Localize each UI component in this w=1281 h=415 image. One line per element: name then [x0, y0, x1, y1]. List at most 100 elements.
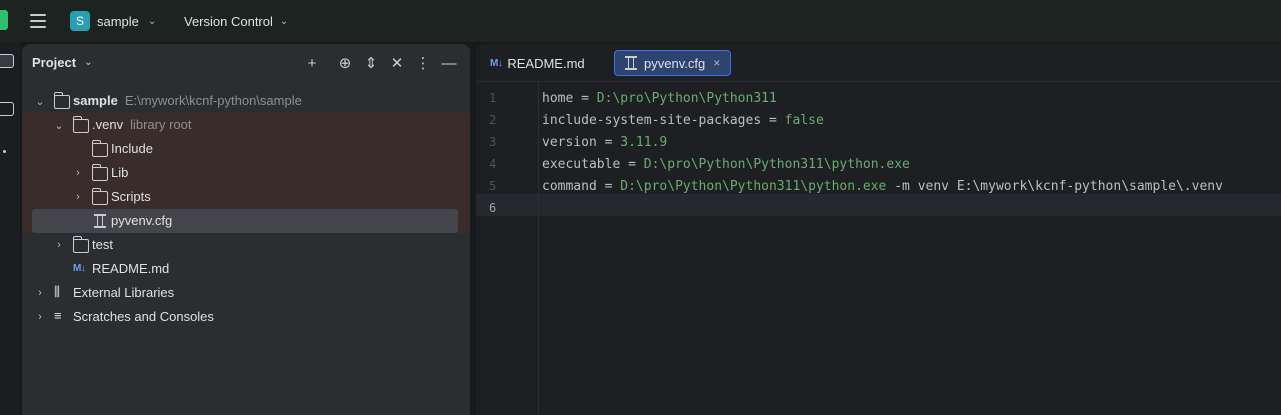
editor-area: M↓ README.md pyvenv.cfg × 1 2 3 4 5 6 home = …: [476, 44, 1281, 415]
tree-item-label: Lib: [111, 165, 129, 180]
folder-icon: [91, 140, 108, 157]
app-logo-icon: [0, 10, 8, 30]
line-number: 2: [489, 113, 497, 127]
project-view-selector[interactable]: Project ⌄: [32, 55, 92, 70]
project-tool-icon[interactable]: [0, 54, 14, 68]
config-key: command =: [542, 179, 621, 194]
code-line[interactable]: home = D:\pro\Python\Python311: [542, 88, 777, 110]
tree-item-scratches-and-consoles[interactable]: › ≡ Scratches and Consoles: [22, 305, 470, 329]
tree-item-text: .venv library root: [92, 117, 192, 132]
tree-item-label: .venv: [92, 117, 124, 132]
tree-item-label: pyvenv.cfg: [111, 213, 173, 228]
tree-item-scripts[interactable]: › Scripts: [22, 185, 470, 209]
main-menu-icon[interactable]: [28, 12, 48, 30]
markdown-file-icon: M↓: [73, 263, 86, 274]
code-line[interactable]: executable = D:\pro\Python\Python311\pyt…: [542, 154, 910, 176]
line-number: 3: [489, 135, 497, 149]
tree-item-sample[interactable]: ⌄ sample E:\mywork\kcnf-python\sample: [22, 89, 470, 113]
tree-item-text: External Libraries: [73, 285, 174, 300]
tab-readme[interactable]: M↓ README.md: [480, 50, 595, 76]
tool-window-strip: [0, 42, 20, 415]
hide-panel-icon[interactable]: —: [440, 54, 458, 72]
tree-item-hint: library root: [130, 117, 192, 132]
folder-icon: [91, 188, 108, 205]
cfg-file-icon: [94, 214, 106, 228]
tree-item-text: Lib: [111, 165, 128, 180]
config-key: version =: [542, 135, 621, 150]
folder-icon: [72, 116, 89, 133]
new-file-icon[interactable]: +: [303, 54, 321, 72]
config-value: D:\pro\Python\Python311\python.exe: [643, 157, 910, 172]
project-badge: S: [70, 11, 90, 31]
config-key: include-system-site-packages =: [542, 113, 785, 128]
version-control-label: Version Control: [184, 13, 273, 29]
chevron-right-icon[interactable]: ›: [34, 311, 46, 323]
code-line[interactable]: command = D:\pro\Python\Python311\python…: [542, 176, 1223, 198]
project-name: sample: [97, 13, 139, 29]
tree-item-label: Include: [111, 141, 153, 156]
tree-item-label: README.md: [92, 261, 170, 276]
config-args: -m venv E:\mywork\kcnf-python\sample\.ve…: [886, 179, 1223, 194]
tree-item-hint: E:\mywork\kcnf-python\sample: [124, 93, 302, 108]
tree-item-pyvenv-cfg[interactable]: pyvenv.cfg: [22, 209, 470, 233]
options-menu-icon[interactable]: ⋮: [414, 54, 432, 72]
locate-file-icon[interactable]: ⊕: [336, 54, 354, 72]
version-control-menu[interactable]: Version Control ⌄: [184, 10, 288, 32]
code-line[interactable]: version = 3.11.9: [542, 132, 667, 154]
folder-icon: [72, 236, 89, 253]
config-value: 3.11.9: [620, 135, 668, 150]
tree-item-label: test: [92, 237, 113, 252]
line-number: 5: [489, 179, 497, 193]
line-number: 6: [489, 201, 497, 215]
chevron-right-icon[interactable]: ›: [72, 191, 84, 203]
folder-icon: [91, 164, 108, 181]
tab-pyvenv-cfg[interactable]: pyvenv.cfg ×: [614, 50, 732, 76]
more-tools-icon[interactable]: [3, 150, 6, 153]
collapse-all-icon[interactable]: ✕: [388, 54, 406, 72]
expand-all-icon[interactable]: ⇕: [362, 54, 380, 72]
chevron-right-icon[interactable]: ›: [72, 167, 84, 179]
tree-item-label: sample: [73, 93, 118, 108]
markdown-file-icon: M↓: [490, 57, 503, 69]
tree-item-label: External Libraries: [73, 285, 175, 300]
tree-item-text: README.md: [92, 261, 169, 276]
chevron-right-icon[interactable]: ›: [34, 287, 46, 299]
project-panel-header: Project ⌄ + ⊕ ⇕ ✕ ⋮ —: [22, 44, 470, 82]
config-value: D:\pro\Python\Python311: [596, 91, 777, 106]
tree-item-text: Include: [111, 141, 153, 156]
tree-item-readme-md[interactable]: M↓ README.md: [22, 257, 470, 281]
tab-label: README.md: [507, 55, 585, 71]
tree-item-lib[interactable]: › Lib: [22, 161, 470, 185]
tree-item-text: test: [92, 237, 113, 252]
config-value: D:\pro\Python\Python311\python.exe: [620, 179, 887, 194]
structure-tool-icon[interactable]: [0, 102, 14, 116]
project-switcher[interactable]: S sample ⌄: [70, 10, 156, 32]
tab-label: pyvenv.cfg: [644, 55, 706, 71]
chevron-right-icon[interactable]: ›: [53, 239, 65, 251]
project-panel-title: Project: [32, 55, 77, 70]
close-tab-icon[interactable]: ×: [713, 56, 720, 70]
tree-item-text: Scripts: [111, 189, 151, 204]
tree-item-label: Scripts: [111, 189, 151, 204]
editor-tab-bar: M↓ README.md pyvenv.cfg ×: [476, 44, 1281, 82]
title-bar: S sample ⌄ Version Control ⌄: [0, 0, 1281, 42]
cfg-file-icon: [625, 56, 637, 70]
tree-item-text: pyvenv.cfg: [111, 213, 172, 228]
tree-item-text: Scratches and Consoles: [73, 309, 214, 324]
config-key: home =: [542, 91, 597, 106]
tree-item-text: sample E:\mywork\kcnf-python\sample: [73, 93, 302, 108]
chevron-down-icon[interactable]: ⌄: [34, 95, 46, 108]
scratches-icon: ≡: [54, 308, 62, 323]
config-key: executable =: [542, 157, 644, 172]
libraries-icon: ⫼: [54, 284, 60, 299]
tree-item-test[interactable]: › test: [22, 233, 470, 257]
tree-item-venv[interactable]: ⌄ .venv library root: [22, 113, 470, 137]
line-number-gutter: 1 2 3 4 5 6: [476, 82, 539, 415]
tree-item-include[interactable]: Include: [22, 137, 470, 161]
code-line[interactable]: include-system-site-packages = false: [542, 110, 824, 132]
chevron-down-icon: ⌄: [84, 57, 93, 68]
line-number: 4: [489, 157, 497, 171]
tree-item-external-libraries[interactable]: › ⫼ External Libraries: [22, 281, 470, 305]
line-number: 1: [489, 91, 497, 105]
chevron-down-icon[interactable]: ⌄: [53, 119, 65, 132]
